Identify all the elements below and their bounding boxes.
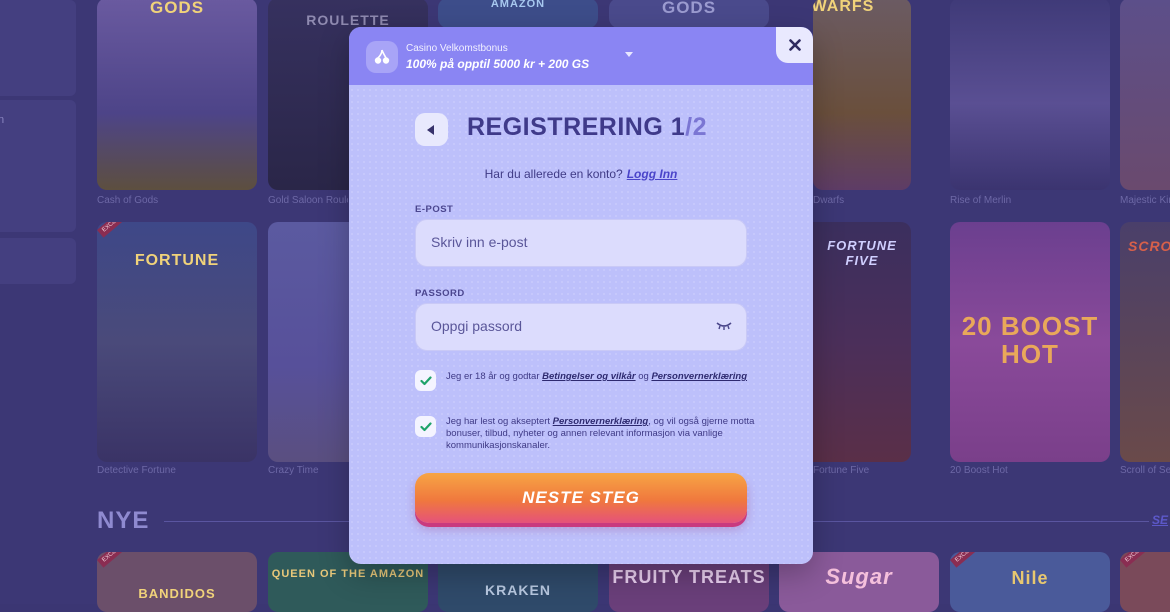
game-tile-majestic-king[interactable] xyxy=(1120,0,1170,190)
game-tile-title: 20 BOOST HOT xyxy=(961,311,1099,369)
consent1-mid: og xyxy=(635,371,652,382)
game-tile-title: Nile xyxy=(1011,568,1049,588)
privacy-link[interactable]: Personvernerklæring xyxy=(651,371,747,382)
cherry-icon xyxy=(366,41,398,73)
game-tile-partial[interactable]: EXCLUSIVE xyxy=(1120,552,1170,612)
game-tile-title: AMAZON xyxy=(490,0,546,10)
game-tile-title: GODS xyxy=(149,0,205,17)
exclusive-badge: EXCLUSIVE xyxy=(97,552,136,568)
game-tile-fortune-five[interactable]: FORTUNE FIVE xyxy=(813,222,911,462)
game-tile-title: KRAKEN xyxy=(485,582,551,598)
game-caption[interactable]: Fortune Five xyxy=(813,465,911,476)
game-tile-title: Sugar xyxy=(825,564,893,589)
sidebar-block xyxy=(0,100,76,232)
game-tile-title: SCRO xyxy=(1128,238,1170,254)
email-field[interactable]: Skriv inn e-post xyxy=(415,219,747,267)
game-caption[interactable]: Rise of Merlin xyxy=(950,195,1110,206)
arrow-left-icon xyxy=(427,124,434,135)
section-title-new: NYE xyxy=(97,507,150,534)
chevron-down-icon[interactable] xyxy=(625,52,633,57)
game-caption[interactable]: Cash of Gods xyxy=(97,195,257,206)
email-placeholder: Skriv inn e-post xyxy=(431,234,528,250)
game-tile-title: GODS xyxy=(661,0,717,17)
next-step-label: NESTE STEG xyxy=(522,488,640,507)
bonus-title: Casino Velkomstbonus xyxy=(406,43,508,54)
exclusive-badge: EXCLUSIVE xyxy=(950,552,989,568)
registration-modal: Casino Velkomstbonus 100% på opptil 5000… xyxy=(349,27,813,564)
age-terms-text: Jeg er 18 år og godtar Betingelser og vi… xyxy=(446,371,756,383)
see-all-link[interactable]: SE xyxy=(1152,513,1168,527)
marketing-checkbox[interactable] xyxy=(415,416,436,437)
game-tile-detective-fortune[interactable]: EXCLUSIVE FORTUNE xyxy=(97,222,257,462)
consent1-pre: Jeg er 18 år og godtar xyxy=(446,371,543,382)
title-step: REGISTRERING 1 xyxy=(467,113,686,141)
game-tile-title: BANDIDOS xyxy=(138,586,216,601)
sidebar-letter: n xyxy=(0,114,5,126)
privacy-link[interactable]: Personvernerklæring xyxy=(553,416,649,427)
close-icon xyxy=(788,39,801,51)
check-icon xyxy=(419,375,432,385)
exclusive-badge: EXCLUSIVE xyxy=(97,222,136,238)
back-button[interactable] xyxy=(415,113,448,146)
email-label: E-POST xyxy=(415,204,454,215)
title-total: /2 xyxy=(685,113,708,141)
next-step-button[interactable]: NESTE STEG xyxy=(415,473,747,523)
sidebar-block xyxy=(0,0,76,96)
login-link[interactable]: Logg Inn xyxy=(627,167,678,181)
consent2-pre: Jeg har lest og akseptert xyxy=(446,416,553,427)
bonus-banner[interactable]: Casino Velkomstbonus 100% på opptil 5000… xyxy=(349,27,813,85)
game-tile-title: DWARFS xyxy=(813,0,875,15)
game-tile-20-boost-hot[interactable]: 20 BOOST HOT xyxy=(950,222,1110,462)
game-caption[interactable]: 20 Boost Hot xyxy=(950,465,1110,476)
page-title: REGISTRERING 1/2 xyxy=(467,113,707,142)
game-caption[interactable]: Majestic King xyxy=(1120,195,1170,206)
age-terms-checkbox[interactable] xyxy=(415,370,436,391)
game-tile-title: FORTUNE xyxy=(134,252,220,269)
game-tile-bandidos[interactable]: EXCLUSIVE BANDIDOS xyxy=(97,552,257,612)
eye-closed-icon[interactable] xyxy=(716,321,732,331)
game-caption[interactable]: Dwarfs xyxy=(813,195,911,206)
game-caption[interactable]: Scroll of Seth xyxy=(1120,465,1170,476)
terms-link[interactable]: Betingelser og vilkår xyxy=(542,371,635,382)
game-tile-nile[interactable]: EXCLUSIVE Nile xyxy=(950,552,1110,612)
game-tile-gods[interactable]: GODS xyxy=(609,0,769,28)
game-tile-scroll-of-seth[interactable]: SCRO xyxy=(1120,222,1170,462)
game-tile-dwarfs[interactable]: DWARFS xyxy=(813,0,911,190)
password-field[interactable]: Oppgi passord xyxy=(415,303,747,351)
bonus-text: 100% på opptil 5000 kr + 200 GS xyxy=(406,57,590,71)
game-caption[interactable]: Detective Fortune xyxy=(97,465,257,476)
game-tile-cash-of-gods[interactable]: GODS xyxy=(97,0,257,190)
game-caption[interactable]: Crazy Time xyxy=(268,465,348,476)
password-placeholder: Oppgi passord xyxy=(431,318,523,334)
password-label: PASSORD xyxy=(415,288,465,299)
game-tile-crazy-time[interactable] xyxy=(268,222,349,462)
game-tile-title: FRUITY TREATS xyxy=(612,567,766,587)
login-prompt: Har du allerede en konto? xyxy=(484,167,623,181)
game-tile-title: FORTUNE FIVE xyxy=(827,238,897,268)
game-tile-rise-of-merlin[interactable] xyxy=(950,0,1110,190)
game-caption[interactable]: Gold Saloon Roulette xyxy=(268,195,348,206)
close-button[interactable] xyxy=(776,27,813,63)
game-tile-title: QUEEN OF THE AMAZON xyxy=(271,568,425,580)
sidebar: n xyxy=(0,0,76,604)
login-prompt-row: Har du allerede en konto? Logg Inn xyxy=(349,167,813,181)
exclusive-badge: EXCLUSIVE xyxy=(1120,552,1159,568)
marketing-text: Jeg har lest og akseptert Personvernerkl… xyxy=(446,416,756,452)
check-icon xyxy=(419,421,432,431)
game-tile-amazon[interactable]: AMAZON xyxy=(438,0,598,28)
sidebar-block xyxy=(0,238,76,284)
